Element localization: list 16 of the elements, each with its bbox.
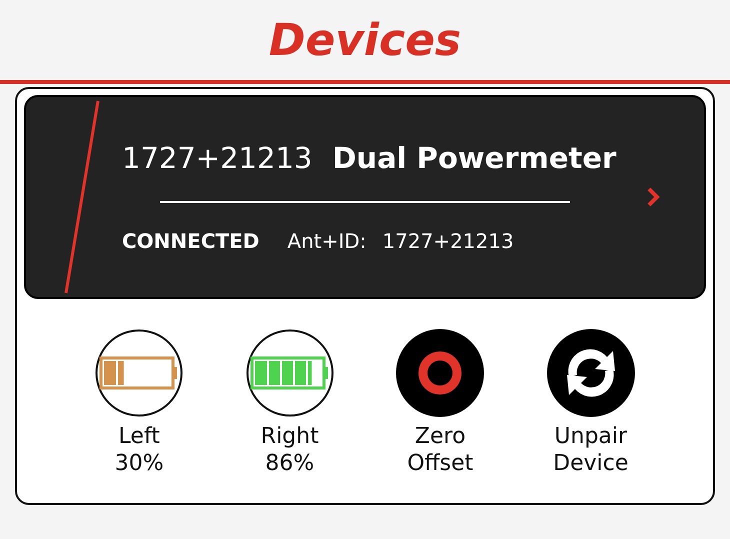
ant-label: Ant+ID: [287,229,366,253]
ant-id: 1727+21213 [382,229,514,253]
action-label: Right 86% [260,423,319,477]
device-name: Dual Powermeter [332,141,616,175]
connection-status: CONNECTED [122,229,260,253]
page-title: Devices [268,14,462,66]
sync-icon[interactable] [546,329,635,417]
action-label: Unpair Device [553,423,628,477]
device-id: 1727+21213 [122,141,312,175]
action-label: Zero Offset [407,423,474,477]
battery-icon [95,329,184,417]
device-panel[interactable]: 1727+21213 Dual Powermeter CONNECTED Ant+ID: 1727+21213 [24,95,706,299]
chevron-icon[interactable] [646,186,660,208]
battery-icon [246,329,334,417]
target-icon[interactable] [396,329,484,417]
action-label: Left 30% [114,423,164,477]
